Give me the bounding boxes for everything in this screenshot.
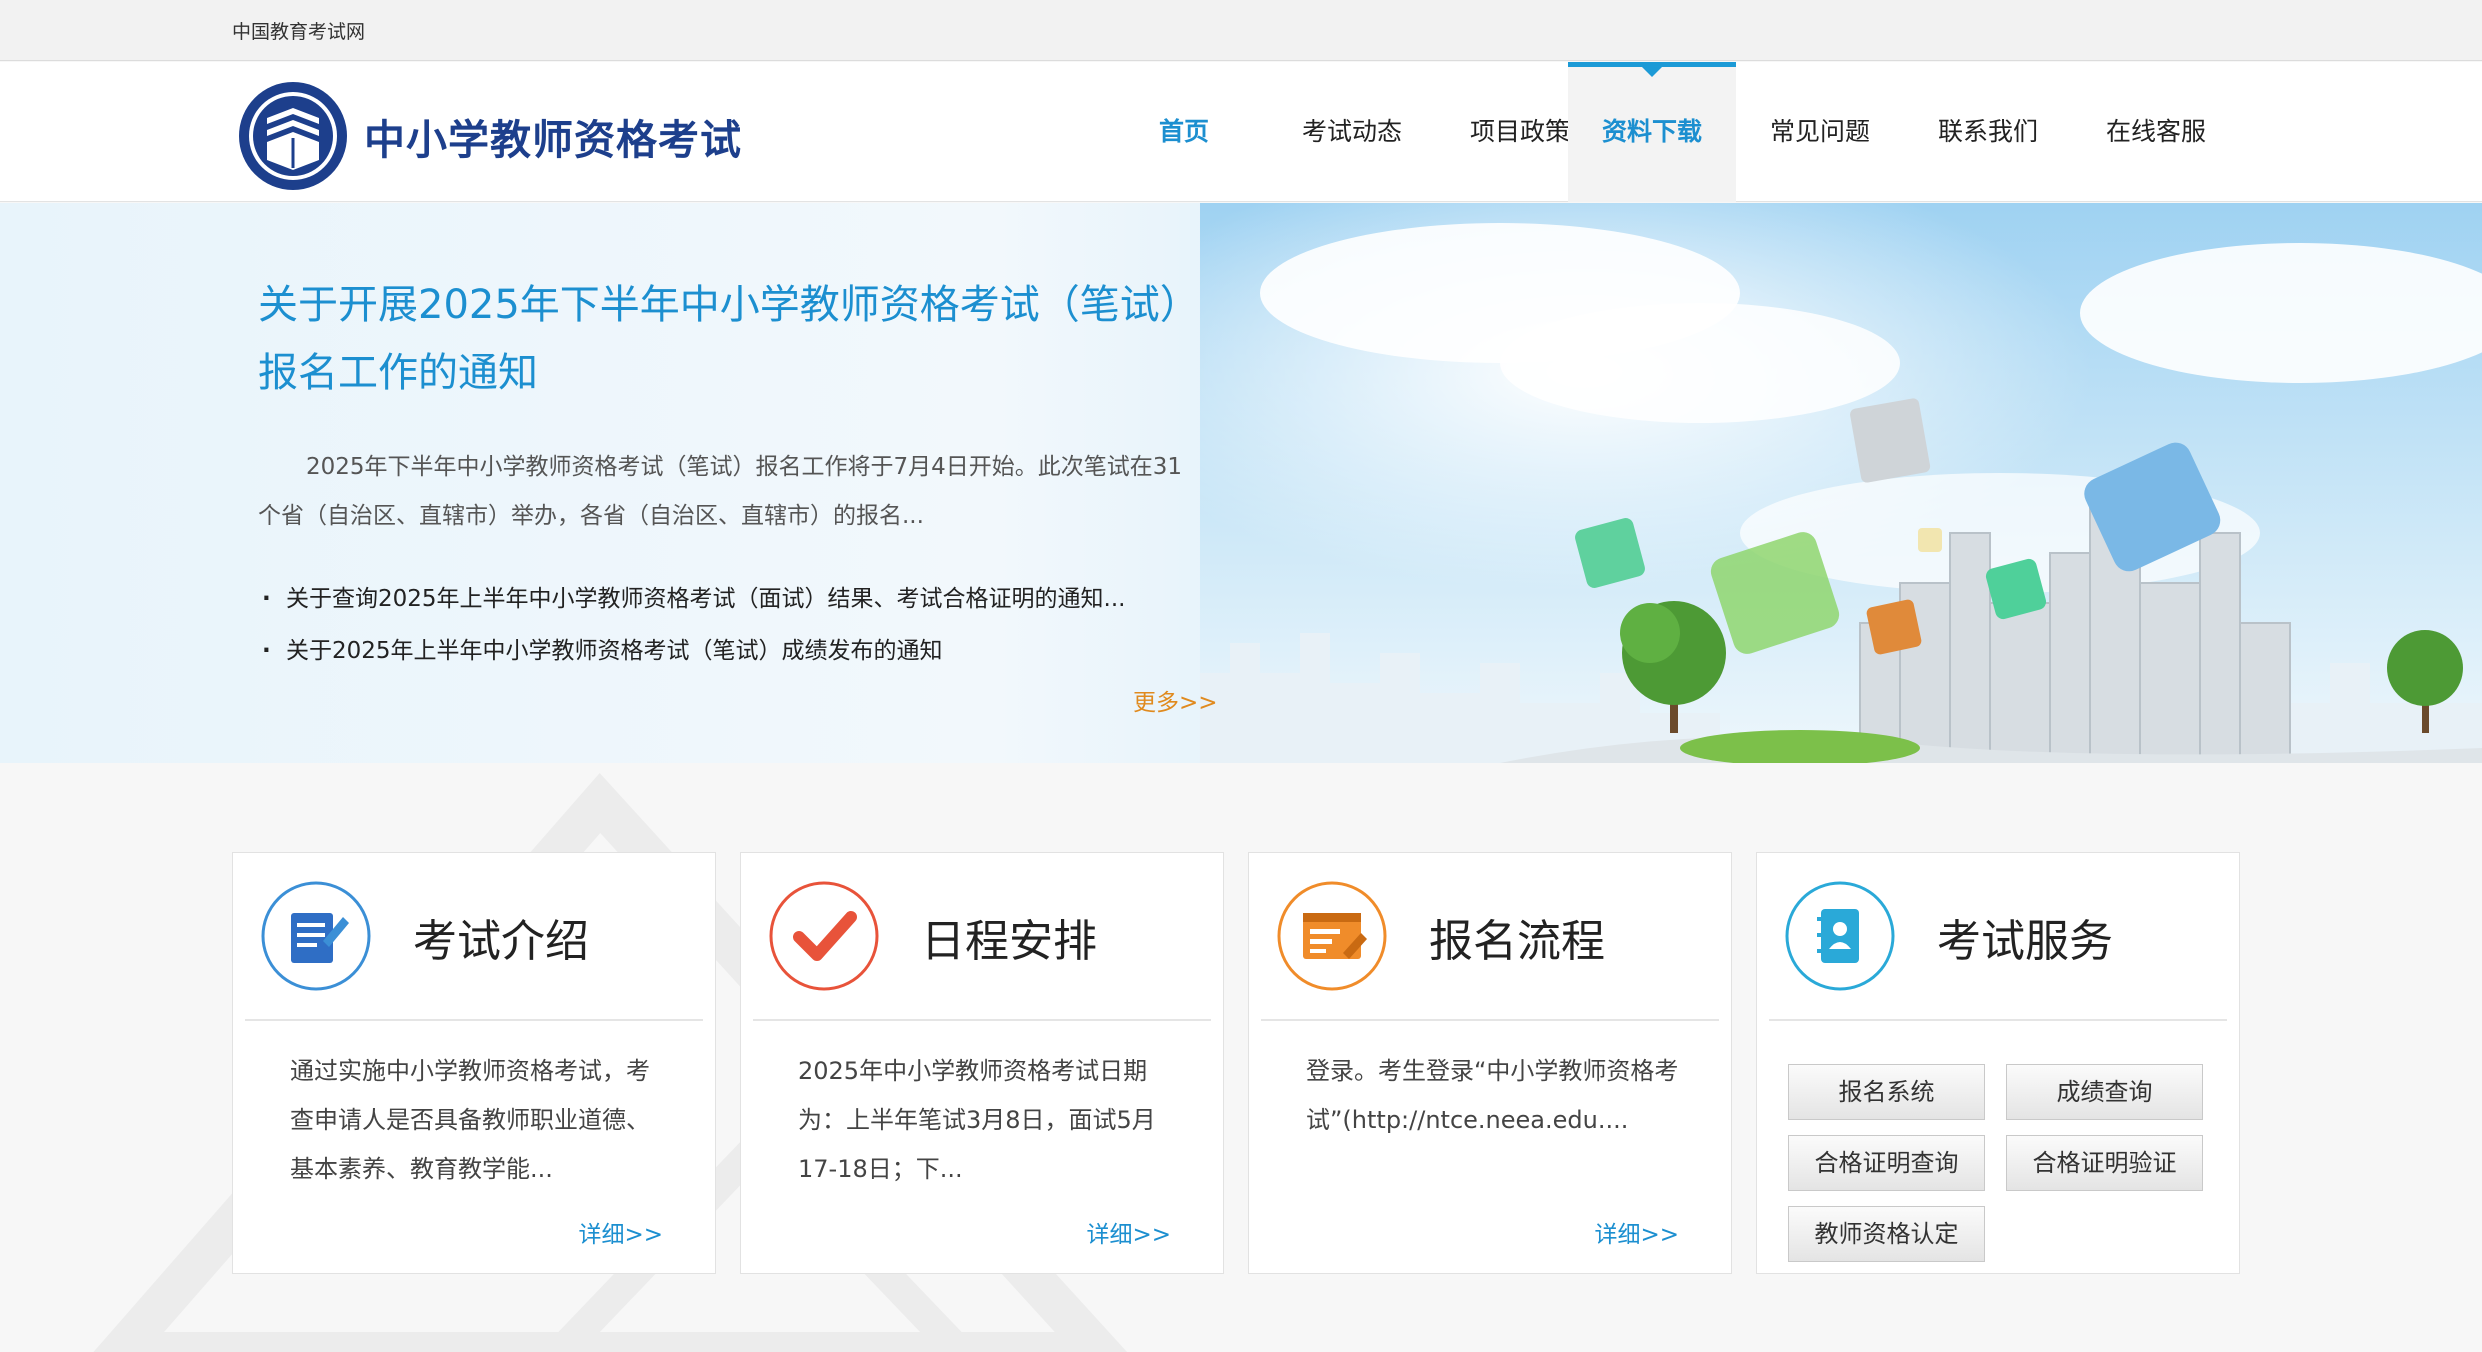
nav-item-online-service[interactable]: 在线客服 [2072,62,2240,202]
card-title: 报名流程 [1429,916,1605,967]
nav-item-downloads-label: 资料下载 [1601,117,1702,146]
hero-banner: 关于开展2025年下半年中小学教师资格考试（笔试）报名工作的通知 2025年下半… [0,203,2482,763]
card-exam-intro: 考试介绍 通过实施中小学教师资格考试，考查申请人是否具备教师职业道德、基本素养、… [232,852,716,1274]
news-item[interactable]: 关于2025年上半年中小学教师资格考试（笔试）成绩发布的通知 [258,625,1218,677]
site-header: 中小学教师资格考试 首页 考试动态 项目政策 资料下载 常见问题 联系我们 在线… [0,62,2482,202]
card-exam-services: 考试服务 报名系统 成绩查询 合格证明查询 合格证明验证 教师资格认定 [1756,852,2240,1274]
logo-text[interactable]: 中小学教师资格考试 [364,106,742,166]
card-description: 2025年中小学教师资格考试日期为：上半年笔试3月8日，面试5月17-18日；下… [798,1057,1156,1183]
teacher-qualification-button[interactable]: 教师资格认定 [1788,1206,1985,1262]
headline-summary: 2025年下半年中小学教师资格考试（笔试）报名工作将于7月4日开始。此次笔试在3… [258,454,1183,529]
checkmark-icon[interactable] [769,881,879,991]
card-description: 登录。考生登录“中小学教师资格考试”(http://ntce.neea.edu.… [1306,1057,1679,1134]
detail-link[interactable]: 详细>> [1086,1215,1171,1249]
registration-form-icon[interactable] [1277,881,1387,991]
site-link-neea[interactable]: 中国教育考试网 [232,17,365,44]
card-title: 考试介绍 [413,916,589,967]
active-caret-icon [1642,67,1662,77]
nav-item-downloads[interactable]: 资料下载 [1568,62,1736,202]
registration-system-button[interactable]: 报名系统 [1788,1064,1985,1120]
card-divider [753,1019,1211,1021]
headline-link[interactable]: 关于开展2025年下半年中小学教师资格考试（笔试）报名工作的通知 [258,271,1188,407]
nav-item-exam-news[interactable]: 考试动态 [1268,62,1436,202]
more-news-link[interactable]: 更多>> [1133,683,1218,717]
nav-item-home[interactable]: 首页 [1100,62,1268,202]
certificate-verify-button[interactable]: 合格证明验证 [2006,1135,2203,1191]
document-pen-icon[interactable] [261,881,371,991]
card-schedule: 日程安排 2025年中小学教师资格考试日期为：上半年笔试3月8日，面试5月17-… [740,852,1224,1274]
nav-item-contact[interactable]: 联系我们 [1904,62,2072,202]
card-divider [1261,1019,1719,1021]
top-strip: 中国教育考试网 [0,0,2482,61]
score-query-button[interactable]: 成绩查询 [2006,1064,2203,1120]
card-divider [1769,1019,2227,1021]
nav-item-faq[interactable]: 常见问题 [1736,62,1904,202]
card-description: 通过实施中小学教师资格考试，考查申请人是否具备教师职业道德、基本素养、教育教学能… [290,1057,650,1183]
news-item[interactable]: 关于查询2025年上半年中小学教师资格考试（面试）结果、考试合格证明的通知... [258,573,1218,625]
logo-emblem-icon[interactable] [237,80,349,192]
card-title: 考试服务 [1937,916,2113,967]
card-divider [245,1019,703,1021]
detail-link[interactable]: 详细>> [1594,1215,1679,1249]
card-registration-process: 报名流程 登录。考生登录“中小学教师资格考试”(http://ntce.neea… [1248,852,1732,1274]
card-title: 日程安排 [921,916,1097,967]
contact-book-icon[interactable] [1785,881,1895,991]
certificate-query-button[interactable]: 合格证明查询 [1788,1135,1985,1191]
detail-link[interactable]: 详细>> [578,1215,663,1249]
news-list: 关于查询2025年上半年中小学教师资格考试（面试）结果、考试合格证明的通知...… [258,573,1218,677]
